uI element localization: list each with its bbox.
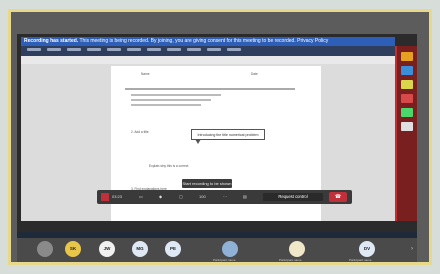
doc-text-line [131,104,201,106]
doc-date-label: Date [251,72,258,76]
word-ribbon-toolbar [21,56,395,64]
ribbon-tab[interactable] [87,48,101,51]
ribbon-tab[interactable] [207,48,221,51]
word-ribbon-tabs [21,46,395,56]
doc-text-line [131,99,211,101]
callout-box: Introducing the title numerical problem [191,129,265,140]
record-indicator-icon [101,193,109,201]
participant-avatar[interactable]: SK [65,241,81,257]
chat-icon[interactable]: ▤ [243,193,247,201]
app-icon[interactable] [401,108,413,117]
participant-avatar[interactable]: JW [99,241,115,257]
app-icon[interactable] [401,66,413,75]
doc-text-line [125,88,295,90]
share-icon[interactable]: ▢ [179,193,183,201]
participant-avatar[interactable] [289,241,305,257]
end-call-button[interactable]: ☎ [329,192,347,202]
participant-name: Participant name [213,258,236,262]
doc-text-line [131,94,221,96]
ribbon-tab[interactable] [27,48,41,51]
participant-avatar[interactable]: DV [359,241,375,257]
meeting-toolbar: 03:23 ▭ ◆ ▢ 100 ⋯ ▤ Request control ☎ [97,190,352,204]
chevron-right-icon[interactable]: › [411,246,413,252]
doc-name-label: Name [141,72,150,76]
ribbon-tab[interactable] [47,48,61,51]
recording-tooltip: Start recording to be shown [182,179,232,188]
participant-name: Participant name [349,258,372,262]
recording-banner: Recording has started. This meeting is b… [21,37,395,46]
participant-avatar[interactable] [37,241,53,257]
ribbon-tab[interactable] [227,48,241,51]
ribbon-tab[interactable] [67,48,81,51]
ribbon-tab[interactable] [167,48,181,51]
app-side-panel [395,46,417,221]
recording-banner-title: Recording has started. [24,38,79,44]
participant-strip: SK JW MG PE Participant name Participant… [17,238,417,262]
participant-name: Participant name [279,258,302,262]
app-icon[interactable] [401,122,413,131]
doc-question-2: 2. Add a title. [131,130,150,134]
participant-avatar[interactable]: MG [132,241,148,257]
zoom-value[interactable]: 100 [199,193,206,201]
mic-icon[interactable]: ◆ [159,193,162,201]
ribbon-tab[interactable] [107,48,121,51]
ribbon-tab[interactable] [147,48,161,51]
ribbon-tab[interactable] [187,48,201,51]
ribbon-tab[interactable] [127,48,141,51]
meeting-timer: 03:23 [112,194,123,199]
participant-avatar[interactable]: PE [165,241,181,257]
doc-explain-line: Explain why this is a correct [149,164,189,168]
request-control-button[interactable]: Request control [263,193,323,201]
app-icon[interactable] [401,94,413,103]
camera-icon[interactable]: ▭ [139,193,143,201]
more-options-icon[interactable]: ⋯ [223,193,227,201]
app-icon[interactable] [401,80,413,89]
recording-banner-text: This meeting is being recorded. By joini… [79,38,329,44]
app-icon[interactable] [401,52,413,61]
callout-tail [195,139,201,144]
participant-avatar[interactable] [222,241,238,257]
